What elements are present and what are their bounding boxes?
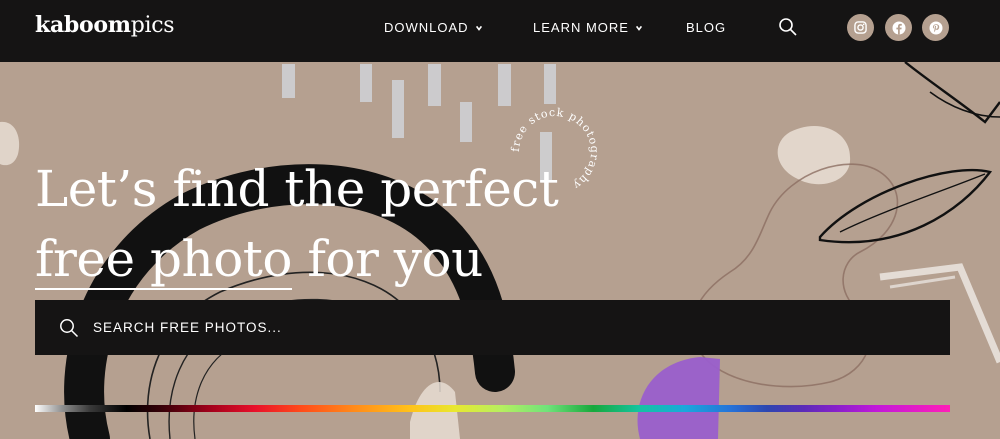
search-input-placeholder[interactable]: SEARCH FREE PHOTOS...: [93, 320, 282, 335]
headline-line-2: free photo for you: [35, 224, 558, 294]
photo-search-bar[interactable]: SEARCH FREE PHOTOS...: [35, 300, 950, 355]
hero-headline: Let’s find the perfect free photo for yo…: [35, 154, 559, 294]
site-logo[interactable]: kaboompics: [35, 12, 175, 38]
headline-underlined-text: free photo: [35, 230, 293, 288]
top-navigation-bar: kaboompics DOWNLOAD LEARN MORE BLOG: [0, 0, 1000, 62]
instagram-button[interactable]: [847, 14, 874, 41]
color-filter-strip[interactable]: [35, 405, 950, 412]
facebook-icon: [892, 21, 905, 34]
pinterest-icon: [929, 21, 942, 34]
hero-section: free stock photography Let’s find the pe…: [0, 62, 1000, 439]
nav-item-label: DOWNLOAD: [384, 20, 469, 35]
search-icon: [60, 318, 79, 337]
pinterest-button[interactable]: [922, 14, 949, 41]
logo-text-light: pics: [130, 13, 175, 38]
nav-item-blog[interactable]: BLOG: [686, 20, 726, 35]
search-icon[interactable]: [778, 17, 798, 37]
chevron-down-icon: [635, 25, 643, 31]
chevron-down-icon: [475, 25, 482, 31]
nav-item-label: BLOG: [686, 20, 727, 35]
headline-rest-text: for you: [292, 230, 483, 288]
nav-item-download[interactable]: DOWNLOAD: [384, 20, 483, 35]
facebook-button[interactable]: [885, 14, 912, 41]
nav-item-label: LEARN MORE: [533, 20, 629, 35]
instagram-icon: [854, 21, 867, 34]
headline-line-1: Let’s find the perfect: [35, 160, 559, 218]
nav-item-learn-more[interactable]: LEARN MORE: [533, 20, 643, 35]
logo-text-bold: kaboom: [35, 12, 131, 38]
